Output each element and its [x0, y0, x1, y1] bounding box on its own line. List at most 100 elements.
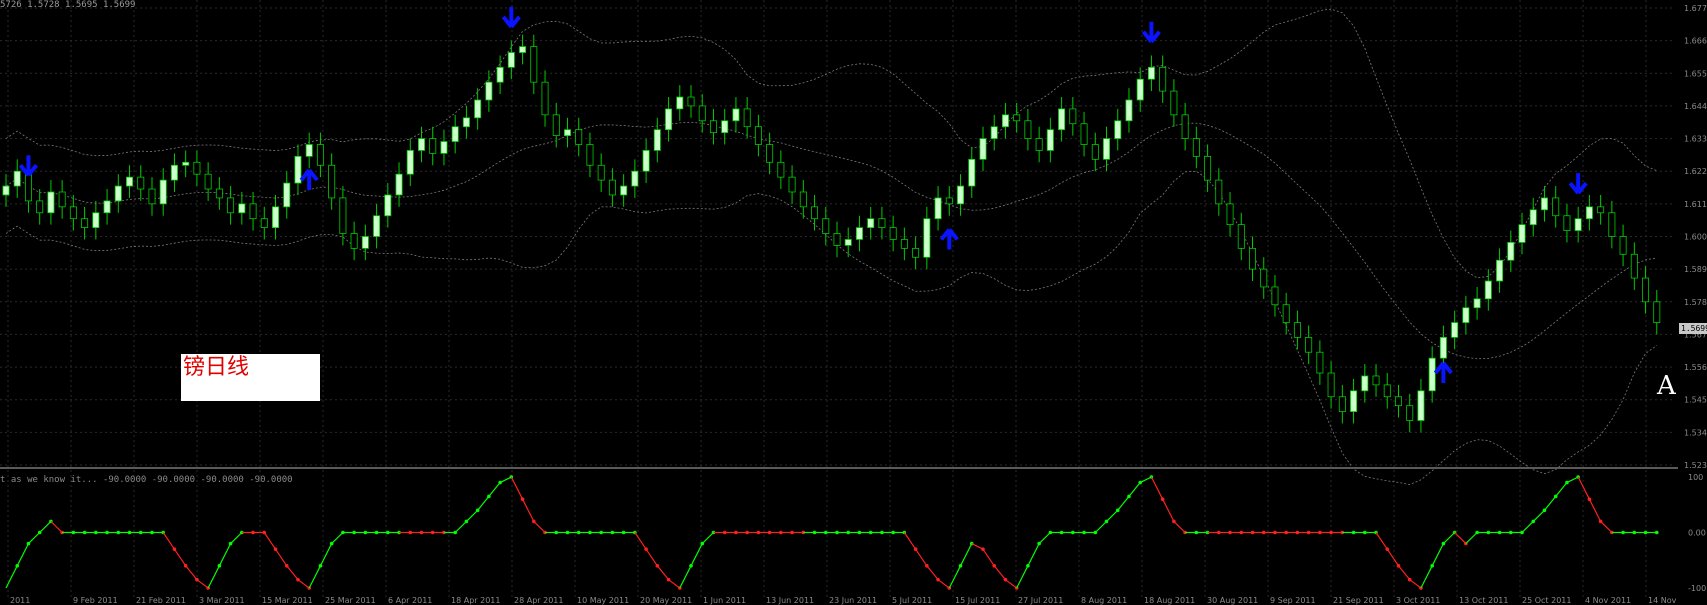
oscillator-segment [465, 509, 479, 522]
date-tick-label: 3 Mar 2011 [199, 596, 245, 605]
candle-body [1091, 144, 1099, 160]
candle-body [968, 158, 976, 187]
candle-body [429, 138, 437, 154]
candle-body [575, 129, 583, 145]
arrow-up-shape [939, 228, 959, 250]
band-upper [5, 8, 1657, 279]
date-tick-label: 18 Aug 2011 [1144, 596, 1195, 605]
price-tick-label: 1.655 [1684, 69, 1707, 78]
indicator-axis: 100 0.00 -100 [1688, 473, 1706, 593]
candle-body [316, 144, 324, 166]
candle-body [1484, 280, 1492, 300]
candle-body [238, 203, 246, 214]
oscillator-segment [297, 579, 310, 589]
price-tick-label: 1.600 [1684, 233, 1707, 242]
price-chart[interactable]: 1.677 1.666 1.655 1.644 1.633 1.622 1.611 1.600… [0, 0, 1707, 605]
price-tick-label: 1.534 [1684, 428, 1707, 437]
candle-body [1147, 66, 1155, 80]
candle-body [1518, 224, 1526, 243]
candle-body [754, 126, 762, 145]
oscillator-segment [196, 579, 209, 589]
oscillator-segment [915, 548, 928, 567]
date-tick-label: 21 Feb 2011 [136, 596, 186, 605]
band-mid [5, 121, 1657, 360]
arrow-down-icon [1141, 21, 1161, 43]
candle-body [642, 150, 650, 172]
candle-body [1338, 396, 1346, 412]
oscillator-segment [1016, 565, 1029, 589]
price-tick-label: 1.677 [1684, 4, 1707, 13]
candle-body [1428, 357, 1436, 392]
oscillator-segment [1409, 579, 1422, 589]
date-tick-label: 4 Nov 2011 [1585, 596, 1631, 605]
candle-body [597, 164, 605, 181]
candle-body [13, 170, 21, 187]
arrow-up-shape [1433, 361, 1453, 384]
candle-body [811, 206, 819, 220]
candle-body [552, 114, 560, 137]
oscillator-segment [173, 548, 187, 567]
price-tick-label: 1.622 [1684, 167, 1707, 176]
oscillator-segment [1420, 565, 1433, 589]
candle-body [81, 218, 89, 228]
candle-body [698, 105, 706, 122]
marker-letter: A [1657, 371, 1676, 401]
oscillator-segment [1600, 520, 1613, 533]
oscillator-segment [1005, 579, 1018, 589]
candle-body [1417, 390, 1425, 421]
candle-body [1204, 155, 1212, 181]
candle-body [1271, 286, 1279, 306]
candle-body [1159, 66, 1167, 92]
oscillator-segment [207, 565, 220, 589]
oscillator-segment [1386, 548, 1399, 567]
oscillator-segment [1027, 543, 1040, 567]
candle-body [1327, 372, 1335, 398]
date-tick-label: 9 Sep 2011 [1270, 596, 1316, 605]
oscillator-segment [1094, 520, 1107, 533]
candle-body [137, 176, 145, 190]
candle-body [1249, 247, 1256, 270]
candle-body [709, 120, 717, 134]
candle-body [418, 138, 425, 151]
oscillator-point [1654, 530, 1659, 535]
candle-body [957, 185, 965, 205]
candle-body [373, 215, 381, 237]
candle-body [822, 218, 830, 234]
oscillator-segment [690, 543, 703, 567]
date-tick-label: 13 Oct 2011 [1459, 596, 1508, 605]
candle-body [1597, 206, 1605, 214]
price-tick-label: 1.578 [1684, 298, 1707, 307]
candle-body [1563, 215, 1571, 231]
candle-body [1619, 236, 1627, 255]
date-tick-label: 2011 [10, 596, 30, 605]
chart-label-box: 镑日线 [181, 354, 320, 401]
candle-body [945, 197, 953, 205]
oscillator-segment [1532, 509, 1545, 522]
oscillator-segment [1150, 476, 1164, 500]
candle-body [305, 144, 313, 157]
candle-body [766, 144, 774, 163]
oscillator-segment [1442, 532, 1456, 545]
candle-body [855, 227, 863, 240]
oscillator-segment [454, 520, 467, 533]
oscillator-segment [50, 520, 63, 533]
arrow-down-icon [18, 155, 39, 177]
oscillator-segment [1128, 482, 1141, 497]
oscillator-segment [1577, 476, 1590, 500]
candle-body [1394, 396, 1402, 407]
candle-body [1642, 277, 1650, 303]
candle-body [1237, 224, 1245, 249]
candle-body [1574, 218, 1582, 231]
oscillator-segment [1162, 498, 1175, 522]
price-tick-label: 1.644 [1684, 102, 1707, 111]
candle-body [339, 197, 347, 234]
oscillator-segment [522, 498, 535, 522]
oscillator-segment [16, 543, 29, 567]
candle-body [92, 212, 100, 228]
candle-body [114, 185, 122, 202]
oscillator-segment [1173, 520, 1186, 533]
candle-body [1069, 108, 1077, 125]
oscillator-segment [510, 476, 524, 500]
oscillator-segment [1117, 496, 1130, 511]
candle-body [406, 150, 414, 175]
